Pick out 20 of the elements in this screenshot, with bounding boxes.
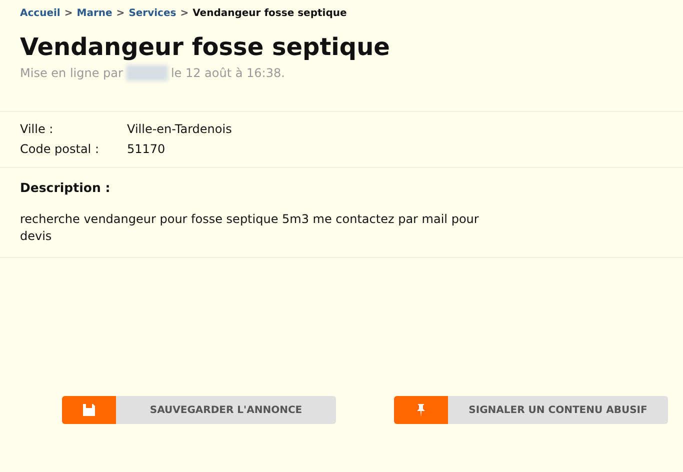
page-title: Vendangeur fosse septique bbox=[20, 32, 391, 63]
save-ad-button[interactable]: SAUVEGARDER L'ANNONCE bbox=[62, 396, 336, 424]
description-heading: Description : bbox=[20, 180, 112, 195]
report-button[interactable]: SIGNALER UN CONTENU ABUSIF bbox=[394, 396, 668, 424]
field-value: Ville-en-Tardenois bbox=[127, 122, 232, 136]
blurred-username bbox=[126, 65, 168, 81]
description-text: recherche vendangeur pour fosse septique 5m3 me contactez par mail pour devis bbox=[20, 211, 480, 245]
field-value: 51170 bbox=[127, 142, 166, 156]
breadcrumb-link[interactable]: Accueil bbox=[20, 8, 60, 19]
field-label: Code postal : bbox=[20, 142, 100, 156]
breadcrumb-link[interactable]: Marne bbox=[76, 8, 112, 19]
breadcrumb-link[interactable]: Services bbox=[128, 8, 176, 19]
breadcrumb-separator: > bbox=[64, 8, 73, 19]
pin-icon bbox=[417, 404, 425, 416]
field-label: Ville : bbox=[20, 122, 54, 136]
posted-date: le 12 août à 16:38. bbox=[170, 66, 285, 80]
breadcrumb-separator: > bbox=[116, 8, 125, 19]
posted-by-label: Mise en ligne par bbox=[20, 66, 123, 80]
breadcrumb-current: Vendangeur fosse septique bbox=[192, 8, 347, 19]
breadcrumb-separator: > bbox=[180, 8, 189, 19]
